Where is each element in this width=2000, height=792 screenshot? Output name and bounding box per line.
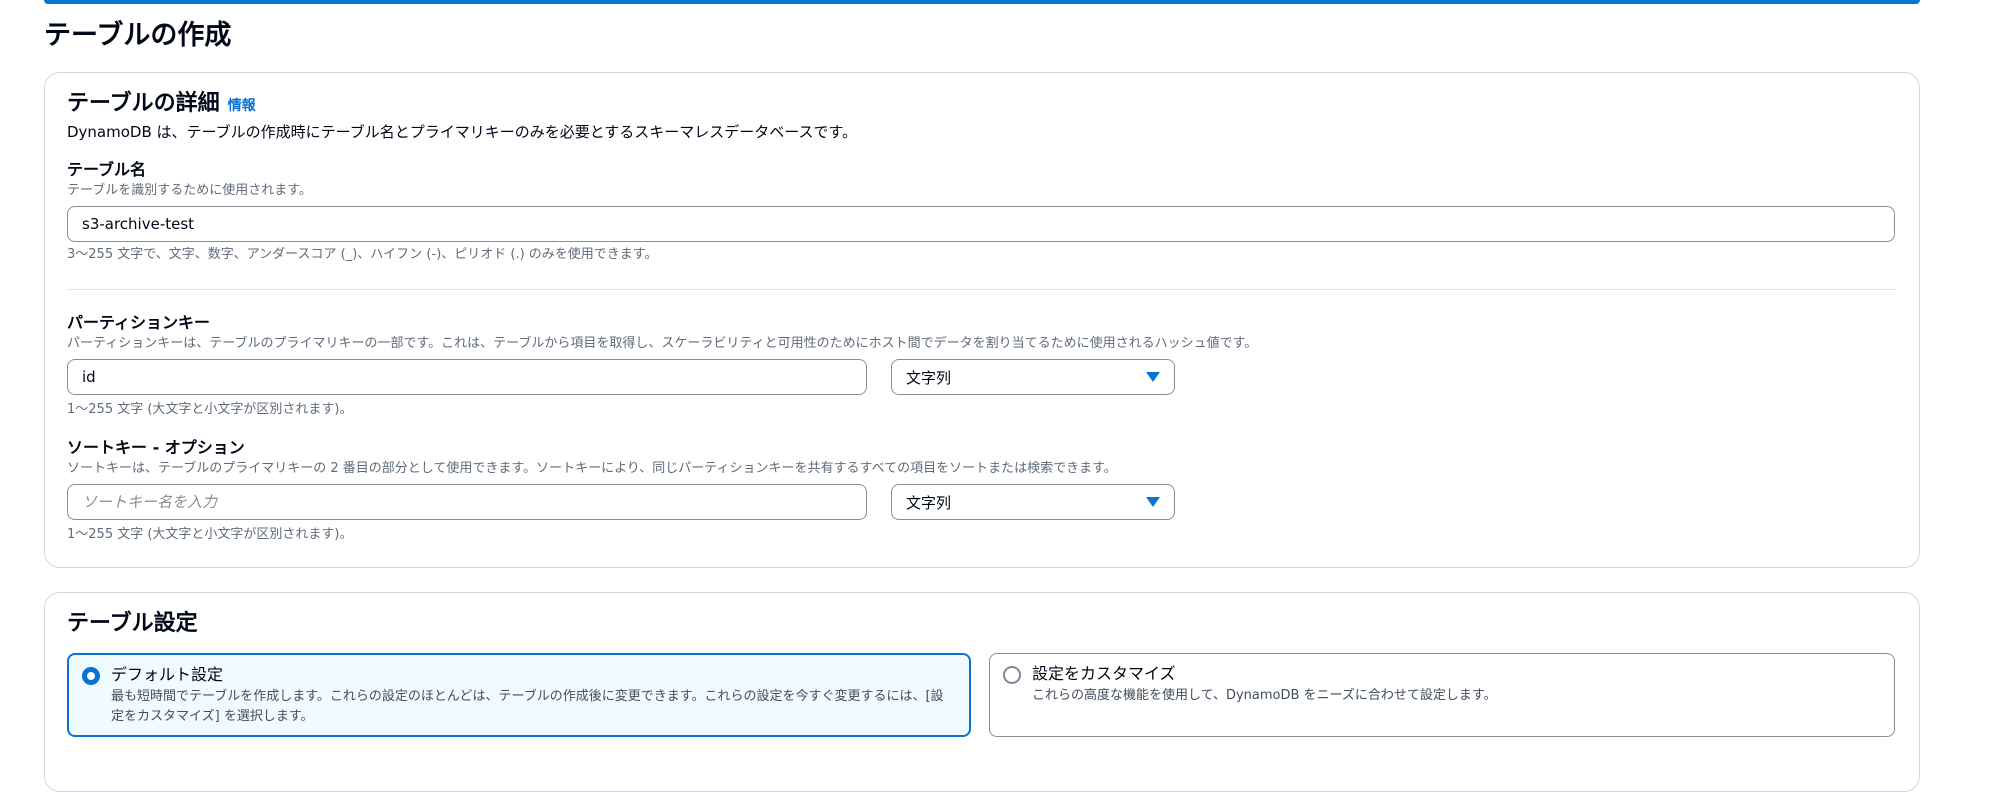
sort-key-constraint: 1〜255 文字 (大文字と小文字が区別されます)。	[67, 527, 353, 542]
customize-settings-tile[interactable]: 設定をカスタマイズ これらの高度な機能を使用して、DynamoDB をニーズに合…	[989, 653, 1895, 737]
sort-key-type-select[interactable]: 文字列	[891, 484, 1175, 520]
table-name-label: テーブル名	[67, 160, 147, 179]
sort-key-label: ソートキー - オプション	[67, 438, 245, 457]
table-settings-heading: テーブル設定	[67, 611, 198, 636]
sort-key-input[interactable]	[67, 484, 867, 520]
table-name-input[interactable]	[67, 206, 1895, 242]
top-accent-bar	[44, 0, 1920, 4]
page-title: テーブルの作成	[44, 20, 232, 51]
table-settings-panel: テーブル設定 デフォルト設定 最も短時間でテーブルを作成します。これらの設定のほ…	[44, 592, 1920, 792]
customize-settings-description: これらの高度な機能を使用して、DynamoDB をニーズに合わせて設定します。	[1032, 688, 1497, 703]
default-settings-description: 最も短時間でテーブルを作成します。これらの設定のほとんどは、テーブルの作成後に変…	[111, 689, 944, 724]
info-link[interactable]: 情報	[228, 95, 256, 115]
partition-key-constraint: 1〜255 文字 (大文字と小文字が区別されます)。	[67, 402, 353, 417]
table-details-panel: テーブルの詳細 情報 DynamoDB は、テーブルの作成時にテーブル名とプライ…	[44, 72, 1920, 568]
table-details-heading: テーブルの詳細	[67, 91, 220, 116]
default-settings-title: デフォルト設定	[111, 665, 224, 684]
radio-unselected-icon[interactable]	[1003, 666, 1021, 684]
partition-key-label: パーティションキー	[67, 313, 211, 332]
caret-down-icon	[1146, 372, 1160, 382]
radio-selected-icon[interactable]	[82, 667, 100, 685]
table-details-header: テーブルの詳細 情報	[67, 89, 256, 119]
sort-key-hint: ソートキーは、テーブルのプライマリキーの 2 番目の部分として使用できます。ソー…	[67, 461, 1117, 476]
customize-settings-title: 設定をカスタマイズ	[1032, 664, 1176, 683]
sort-key-type-value: 文字列	[906, 493, 952, 512]
partition-key-hint: パーティションキーは、テーブルのプライマリキーの一部です。これは、テーブルから項…	[67, 336, 1258, 351]
partition-key-type-select[interactable]: 文字列	[891, 359, 1175, 395]
table-name-constraint: 3〜255 文字で、文字、数字、アンダースコア (_)、ハイフン (-)、ピリオ…	[67, 247, 658, 262]
table-name-hint: テーブルを識別するために使用されます。	[67, 183, 312, 198]
partition-key-input[interactable]	[67, 359, 867, 395]
section-divider	[67, 289, 1897, 290]
table-details-description: DynamoDB は、テーブルの作成時にテーブル名とプライマリキーのみを必要とす…	[67, 123, 858, 141]
caret-down-icon	[1146, 497, 1160, 507]
partition-key-type-value: 文字列	[906, 368, 952, 387]
default-settings-tile[interactable]: デフォルト設定 最も短時間でテーブルを作成します。これらの設定のほとんどは、テー…	[67, 653, 971, 737]
